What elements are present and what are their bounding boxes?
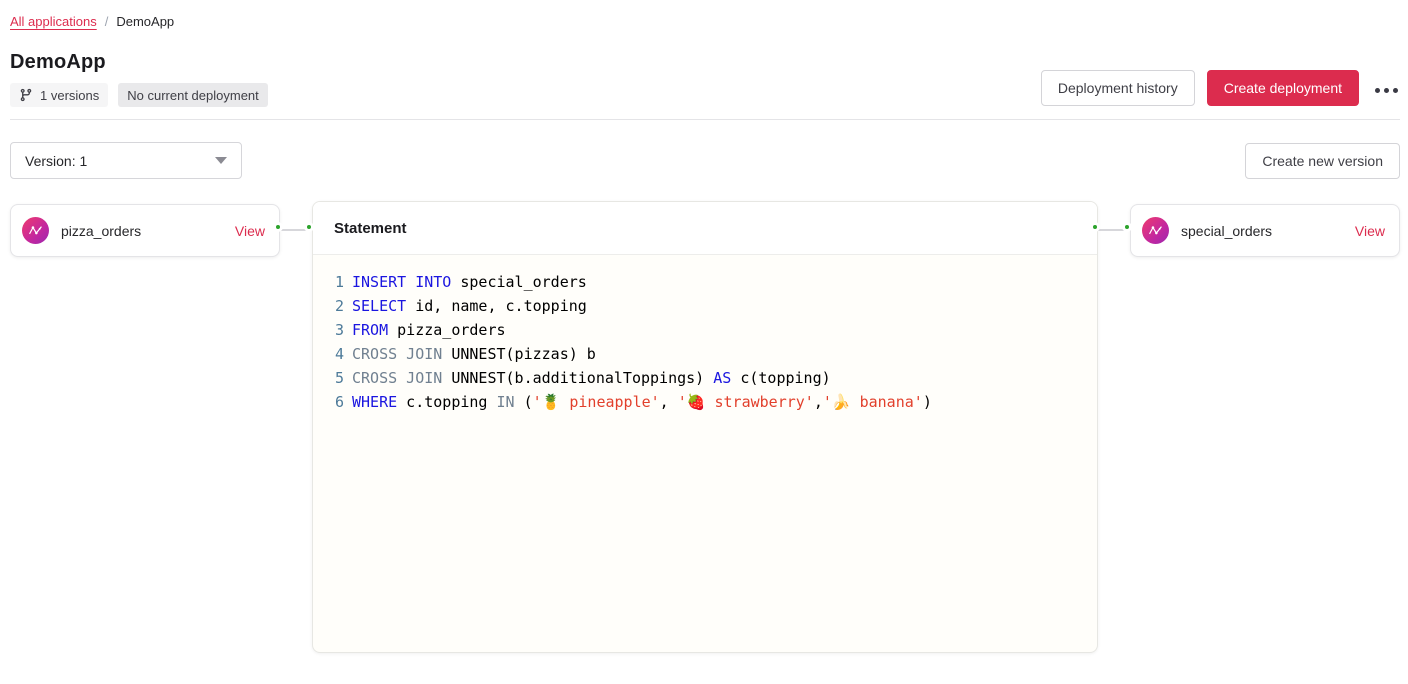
line-number: 4 <box>334 342 344 366</box>
code-token: INSERT INTO <box>352 273 451 291</box>
statement-card[interactable]: Statement 1 INSERT INTO special_orders 2 SE… <box>312 201 1098 653</box>
code-token: CROSS JOIN <box>352 369 442 387</box>
deployment-history-button[interactable]: Deployment history <box>1041 70 1195 106</box>
version-selector-value: Version: 1 <box>25 153 87 169</box>
source-node-card: pizza_orders View <box>10 204 280 257</box>
line-number: 2 <box>334 294 344 318</box>
code-text: CROSS JOIN UNNEST(pizzas) b <box>352 342 596 366</box>
code-token: '🍓 strawberry' <box>678 393 814 411</box>
code-token: pizza_orders <box>388 321 505 339</box>
source-view-link[interactable]: View <box>235 223 265 239</box>
deployment-status-badge: No current deployment <box>118 83 268 107</box>
git-branch-icon <box>19 88 33 102</box>
code-token: SELECT <box>352 297 406 315</box>
version-bar: Version: 1 Create new version <box>10 142 1400 179</box>
app-header-actions: Deployment history Create deployment <box>1041 70 1400 107</box>
breadcrumb-all-applications-link[interactable]: All applications <box>10 14 97 29</box>
breadcrumb: All applications / DemoApp <box>10 14 1400 29</box>
code-text: INSERT INTO special_orders <box>352 270 587 294</box>
sink-node-name: special_orders <box>1181 223 1355 239</box>
header-divider <box>10 119 1400 120</box>
breadcrumb-separator: / <box>105 14 109 29</box>
code-token: '🍌 banana' <box>823 393 923 411</box>
stream-icon <box>22 217 49 244</box>
code-token: c(topping) <box>731 369 830 387</box>
more-options-button[interactable] <box>1373 77 1400 100</box>
ellipsis-icon <box>1375 88 1398 93</box>
line-number: 1 <box>334 270 344 294</box>
sink-node-card: special_orders View <box>1130 204 1400 257</box>
connection-dot <box>1090 222 1100 232</box>
code-line: 1 INSERT INTO special_orders <box>334 270 1077 294</box>
code-line: 2 SELECT id, name, c.topping <box>334 294 1077 318</box>
code-text: SELECT id, name, c.topping <box>352 294 587 318</box>
code-token: ) <box>923 393 932 411</box>
code-token: ( <box>515 393 533 411</box>
sql-code[interactable]: 1 INSERT INTO special_orders 2 SELECT id, n… <box>313 255 1097 414</box>
breadcrumb-current: DemoApp <box>116 14 174 29</box>
stream-icon <box>1142 217 1169 244</box>
code-token: id, name, c.topping <box>406 297 587 315</box>
create-deployment-button[interactable]: Create deployment <box>1207 70 1359 106</box>
code-token: CROSS JOIN <box>352 345 442 363</box>
code-line: 6 WHERE c.topping IN ('🍍 pineapple', '🍓 s… <box>334 390 1077 414</box>
connection-dot <box>1122 222 1132 232</box>
app-header-left: DemoApp 1 versions No current deployment <box>10 51 268 107</box>
code-token: UNNEST(pizzas) b <box>442 345 596 363</box>
sink-view-link[interactable]: View <box>1355 223 1385 239</box>
code-token: AS <box>713 369 731 387</box>
code-token: UNNEST(b.additionalToppings) <box>442 369 713 387</box>
badges-row: 1 versions No current deployment <box>10 83 268 107</box>
code-text: FROM pizza_orders <box>352 318 506 342</box>
connection-dot <box>304 222 314 232</box>
version-selector[interactable]: Version: 1 <box>10 142 242 179</box>
code-token: FROM <box>352 321 388 339</box>
pipeline-canvas: pizza_orders View Statement 1 INSERT INTO… <box>10 201 1400 663</box>
code-line: 4 CROSS JOIN UNNEST(pizzas) b <box>334 342 1077 366</box>
code-token: '🍍 pineapple' <box>533 393 660 411</box>
code-token: c.topping <box>397 393 496 411</box>
code-token: special_orders <box>451 273 586 291</box>
connection-dot <box>273 222 283 232</box>
code-token: WHERE <box>352 393 397 411</box>
line-number: 3 <box>334 318 344 342</box>
app-detail-page: All applications / DemoApp DemoApp 1 ver… <box>0 0 1408 684</box>
code-line: 3 FROM pizza_orders <box>334 318 1077 342</box>
code-token: IN <box>497 393 515 411</box>
source-node-name: pizza_orders <box>61 223 235 239</box>
line-number: 5 <box>334 366 344 390</box>
create-new-version-button[interactable]: Create new version <box>1245 143 1400 179</box>
code-text: WHERE c.topping IN ('🍍 pineapple', '🍓 st… <box>352 390 932 414</box>
app-header: DemoApp 1 versions No current deployment… <box>10 51 1400 107</box>
line-number: 6 <box>334 390 344 414</box>
code-token: , <box>660 393 678 411</box>
statement-title: Statement <box>334 220 407 237</box>
versions-badge-label: 1 versions <box>40 88 99 103</box>
page-title: DemoApp <box>10 51 268 74</box>
code-line: 5 CROSS JOIN UNNEST(b.additionalToppings)… <box>334 366 1077 390</box>
versions-badge: 1 versions <box>10 83 108 107</box>
chevron-down-icon <box>215 157 227 164</box>
code-token: , <box>814 393 823 411</box>
code-text: CROSS JOIN UNNEST(b.additionalToppings) … <box>352 366 831 390</box>
statement-header: Statement <box>313 202 1097 255</box>
